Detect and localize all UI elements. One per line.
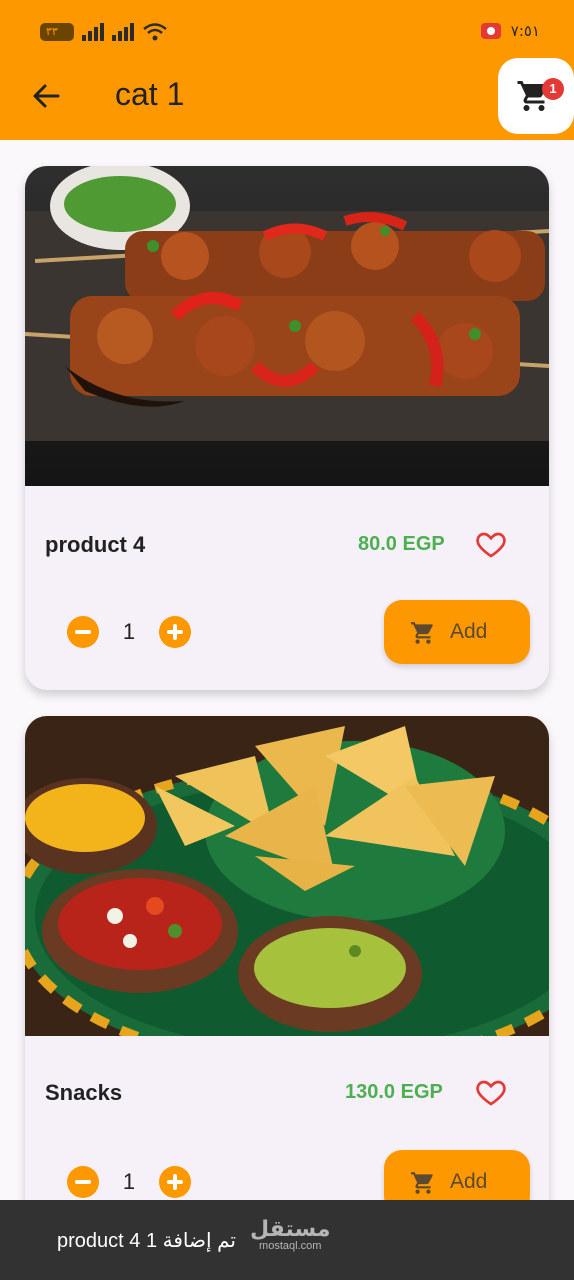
product-name: product 4 [45,532,146,557]
add-to-cart-button[interactable]: Add [384,600,530,664]
wifi-icon [143,23,167,41]
app-bar: ٣٣ ٧:٥١ cat 1 1 [0,0,574,140]
heart-outline-icon [476,1080,506,1106]
watermark-arabic: مستقل [250,1216,331,1241]
decrease-quantity-button[interactable] [67,1166,99,1198]
add-button-label: Add [450,620,488,643]
cart-count-badge: 1 [542,78,564,100]
quantity-value: 1 [122,1169,136,1194]
screen-record-icon [480,23,501,39]
signal-icon [112,23,134,41]
page-title: cat 1 [115,76,185,112]
quantity-stepper: 1 [67,616,191,648]
product-name: Snacks [45,1080,123,1105]
watermark-logo: مستقل mostaql.com [250,1216,331,1253]
decrease-quantity-button[interactable] [67,616,99,648]
battery-level: ٣٣ [46,25,58,38]
watermark-latin: mostaql.com [259,1240,322,1252]
product-price: 130.0 EGP [345,1081,443,1103]
quantity-stepper: 1 [67,1166,191,1198]
quantity-value: 1 [122,619,136,644]
signal-icon [82,23,104,41]
increase-quantity-button[interactable] [159,1166,191,1198]
product-card: Snacks 130.0 EGP 1 Add [25,716,549,1256]
cart-button[interactable]: 1 [498,58,574,134]
product-price: 80.0 EGP [358,533,445,555]
back-button[interactable] [28,78,64,114]
status-bar: ٣٣ ٧:٥١ [0,0,574,60]
add-button-label: Add [450,1170,488,1193]
snackbar-message: تم إضافة 1 product 4 [57,1230,236,1252]
product-card: product 4 80.0 EGP 1 Add [25,166,549,690]
arrow-back-icon [33,84,60,108]
product-image [25,166,549,486]
product-list[interactable]: product 4 80.0 EGP 1 Add Snacks 130.0 EG… [0,140,574,1280]
increase-quantity-button[interactable] [159,616,191,648]
add-cart-icon [411,622,433,644]
battery-icon: ٣٣ [40,23,74,41]
heart-outline-icon [476,532,506,558]
product-image [25,716,549,1036]
favorite-button[interactable] [474,1076,508,1113]
clock: ٧:٥١ [510,22,540,40]
favorite-button[interactable] [474,528,508,565]
add-cart-icon [411,1172,433,1194]
